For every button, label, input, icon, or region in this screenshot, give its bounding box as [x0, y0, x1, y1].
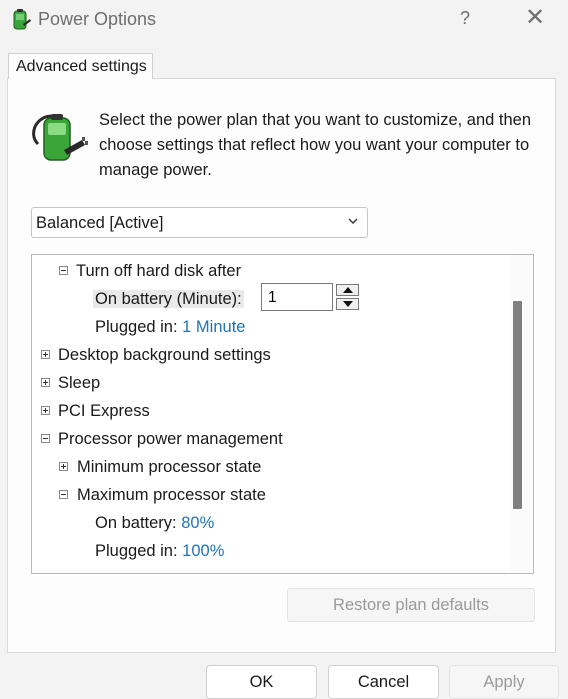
- ok-button[interactable]: OK: [206, 665, 317, 699]
- tree-item-label: Processor power management: [58, 430, 283, 448]
- cancel-button[interactable]: Cancel: [328, 665, 439, 699]
- tree-item-label: Maximum processor state: [77, 486, 266, 504]
- tree-item-pci-express[interactable]: PCI Express: [39, 397, 150, 425]
- hard-disk-plugged-in-row[interactable]: Plugged in: 1 Minute: [95, 313, 245, 341]
- setting-label: On battery (Minute):: [93, 290, 244, 308]
- tree-item-label: Desktop background settings: [58, 346, 271, 364]
- tree-item-label: Sleep: [58, 374, 101, 392]
- battery-plug-icon: [13, 9, 31, 30]
- spin-down-button[interactable]: [336, 298, 359, 310]
- window-title: Power Options: [38, 9, 157, 29]
- collapse-icon[interactable]: [41, 434, 50, 443]
- expand-icon[interactable]: [59, 462, 68, 471]
- power-plan-select[interactable]: Balanced [Active]: [31, 207, 368, 238]
- on-battery-minutes-input[interactable]: [261, 283, 333, 311]
- title-bar: Power Options ? ✕: [0, 0, 568, 40]
- expand-icon[interactable]: [41, 406, 50, 415]
- collapse-icon[interactable]: [59, 266, 68, 275]
- setting-value-link[interactable]: 1 Minute: [182, 318, 245, 336]
- power-plan-select-value: Balanced [Active]: [36, 214, 164, 232]
- max-processor-on-battery-row[interactable]: On battery: 80%: [95, 509, 214, 537]
- setting-label: Plugged in:: [95, 318, 178, 336]
- max-processor-plugged-in-row[interactable]: Plugged in: 100%: [95, 537, 224, 565]
- tree-item-label: PCI Express: [58, 402, 150, 420]
- tree-item-label: Minimum processor state: [77, 458, 262, 476]
- close-button[interactable]: ✕: [524, 5, 546, 31]
- setting-label: Plugged in:: [95, 542, 178, 560]
- arrow-up-icon: [343, 287, 353, 293]
- expand-icon[interactable]: [41, 378, 50, 387]
- expand-icon[interactable]: [41, 350, 50, 359]
- tree-item-min-processor[interactable]: Minimum processor state: [58, 453, 261, 481]
- restore-plan-defaults-button[interactable]: Restore plan defaults: [287, 588, 535, 622]
- tab-advanced-settings[interactable]: Advanced settings: [8, 53, 153, 79]
- arrow-down-icon: [343, 301, 353, 307]
- tree-item-max-processor[interactable]: Maximum processor state: [58, 481, 266, 509]
- settings-tree[interactable]: Turn off hard disk after On battery (Min…: [31, 254, 534, 574]
- help-button[interactable]: ?: [455, 8, 475, 29]
- setting-value-link[interactable]: 100%: [182, 542, 224, 560]
- tree-item-hard-disk[interactable]: Turn off hard disk after: [57, 257, 241, 285]
- collapse-icon[interactable]: [59, 490, 68, 499]
- apply-button[interactable]: Apply: [449, 665, 559, 699]
- chevron-down-icon: [348, 218, 358, 224]
- battery-plug-large-icon: [32, 114, 88, 161]
- setting-label: On battery:: [95, 514, 177, 532]
- tree-item-label: Turn off hard disk after: [76, 262, 242, 280]
- description-text: Select the power plan that you want to c…: [99, 111, 532, 179]
- tree-item-sleep[interactable]: Sleep: [39, 369, 100, 397]
- tree-item-processor-power[interactable]: Processor power management: [39, 425, 283, 453]
- scrollbar-thumb[interactable]: [513, 301, 522, 509]
- setting-value-link[interactable]: 80%: [181, 514, 214, 532]
- spin-up-button[interactable]: [336, 284, 359, 296]
- tree-item-desktop-background[interactable]: Desktop background settings: [39, 341, 271, 369]
- hard-disk-on-battery-row[interactable]: On battery (Minute):: [93, 285, 244, 313]
